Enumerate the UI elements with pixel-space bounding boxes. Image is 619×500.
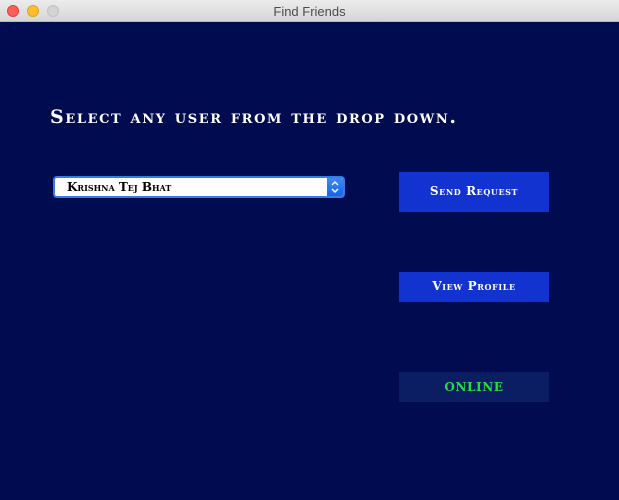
instruction-heading: Select any user from the drop down.: [50, 106, 458, 128]
user-select-value: Krishna Tej Bhat: [67, 180, 172, 194]
up-down-chevron-icon[interactable]: [327, 178, 343, 196]
online-status-badge: ONLINE: [399, 372, 549, 402]
send-request-button[interactable]: Send Request: [399, 172, 549, 212]
view-profile-button[interactable]: View Profile: [399, 272, 549, 302]
main-panel: Select any user from the drop down. Kris…: [0, 22, 619, 500]
window-title: Find Friends: [273, 4, 346, 19]
title-bar: Find Friends: [0, 0, 619, 22]
user-select-dropdown[interactable]: Krishna Tej Bhat: [53, 176, 345, 198]
app-window: Find Friends Select any user from the dr…: [0, 0, 619, 500]
